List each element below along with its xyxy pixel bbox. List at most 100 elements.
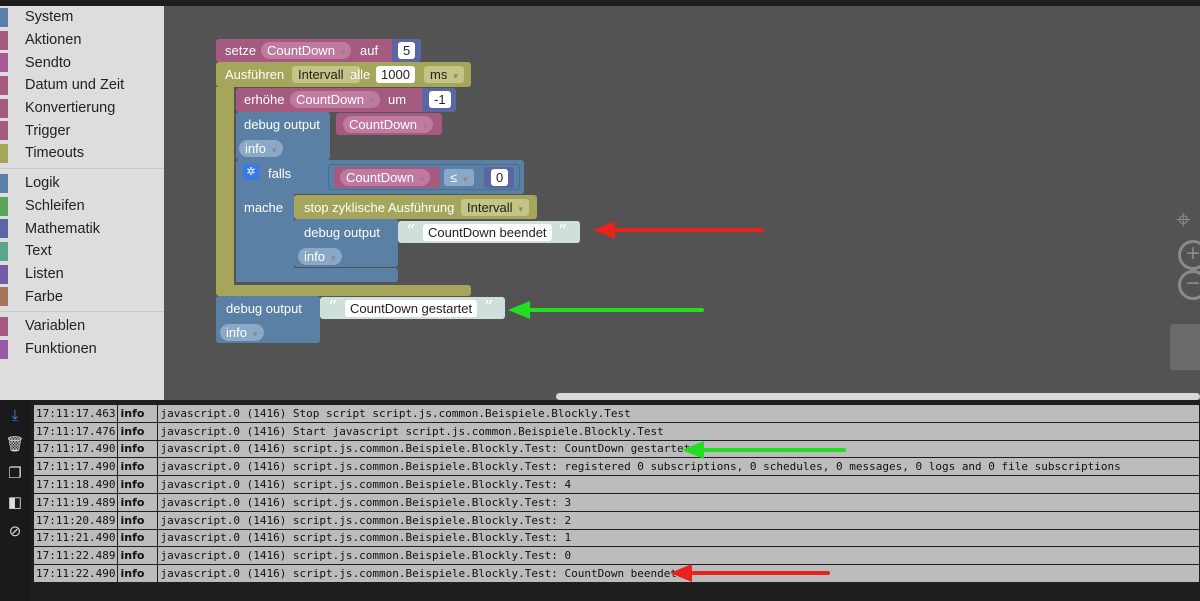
log-row: 17:11:22.489 info javascript.0 (1416) scri… xyxy=(32,546,1200,566)
category-label: Logik xyxy=(25,175,60,192)
info-dropdown-3[interactable]: info xyxy=(220,324,264,341)
text-field-start[interactable]: CountDown gestartet xyxy=(345,300,478,317)
log-time: 17:11:18.490 xyxy=(32,475,119,494)
auf-label: auf xyxy=(360,43,379,58)
red-arrow-log xyxy=(678,571,830,575)
log-time: 17:11:22.489 xyxy=(32,546,119,566)
variable-dropdown[interactable]: CountDown xyxy=(261,42,352,59)
app: System Aktionen Sendto Datum und Zeit Konver… xyxy=(0,0,1200,601)
category-label: Mathematik xyxy=(25,220,100,237)
toolbox-category-variablen[interactable]: Variablen xyxy=(0,315,164,338)
log-level: info xyxy=(117,475,159,494)
toolbox-category-farbe[interactable]: Farbe xyxy=(0,285,164,308)
hide-icon[interactable]: ⊘ xyxy=(5,522,25,542)
category-label: Timeouts xyxy=(25,145,85,162)
category-label: Schleifen xyxy=(25,197,85,214)
category-color-swatch xyxy=(0,8,8,27)
category-color-swatch xyxy=(0,287,8,307)
toolbox-category-trigger[interactable]: Trigger xyxy=(0,119,164,142)
zoom-in-icon[interactable]: + xyxy=(1178,240,1200,270)
category-color-swatch xyxy=(0,121,8,141)
category-color-swatch xyxy=(0,241,8,261)
log-level: info xyxy=(117,546,159,566)
category-label: Trigger xyxy=(25,122,71,139)
unit-dropdown[interactable]: ms xyxy=(424,66,464,83)
stop-interval-dropdown[interactable]: Intervall xyxy=(461,199,530,216)
copy-icon[interactable]: ❐ xyxy=(5,464,25,484)
log-level: info xyxy=(117,404,159,423)
log-message: javascript.0 (1416) Start javascript scr… xyxy=(157,421,1200,441)
log-time: 17:11:19.489 xyxy=(32,492,119,512)
blockly-workspace[interactable]: setze CountDown auf 5 Ausführen Interval… xyxy=(164,6,1200,400)
zero-field[interactable]: 0 xyxy=(491,169,509,186)
log-panel: 17:11:17.463 info javascript.0 (1416) Stop… xyxy=(31,400,1200,601)
debug-output-label: debug output xyxy=(304,225,380,240)
toolbox-category-konvertierung[interactable]: Konvertierung xyxy=(0,97,164,120)
alle-label: alle xyxy=(350,67,371,82)
quote-open-icon: “ xyxy=(406,221,416,242)
log-time: 17:11:20.489 xyxy=(32,510,119,530)
toolbox-category-text[interactable]: Text xyxy=(0,240,164,263)
green-arrow-log xyxy=(690,448,846,452)
category-color-swatch xyxy=(0,339,8,359)
log-row: 17:11:17.463 info javascript.0 (1416) Stop… xyxy=(32,404,1200,423)
log-table: 17:11:17.463 info javascript.0 (1416) Stop… xyxy=(32,404,1200,583)
ausfuehren-label: Ausführen xyxy=(225,67,285,82)
scroll-down-icon[interactable]: ⤓ xyxy=(5,406,25,426)
category-label: Aktionen xyxy=(25,32,82,49)
info-dropdown-1[interactable]: info xyxy=(239,140,283,157)
um-label: um xyxy=(388,92,407,107)
info-dropdown-2[interactable]: info xyxy=(298,248,342,265)
compare-variable-dropdown[interactable]: CountDown xyxy=(340,169,431,186)
toolbox-category-logik[interactable]: Logik xyxy=(0,172,164,195)
getter-variable-dropdown[interactable]: CountDown xyxy=(343,116,434,133)
category-color-swatch xyxy=(0,173,8,193)
category-label: Listen xyxy=(25,265,64,282)
toolbox-separator xyxy=(0,167,164,169)
trash-icon[interactable]: 🗑 xyxy=(5,435,25,455)
minus-one-field[interactable]: -1 xyxy=(429,91,451,108)
toolbox-category-funktionen[interactable]: Funktionen xyxy=(0,338,164,361)
operator-dropdown[interactable]: ≤ xyxy=(444,169,474,186)
toolbox: System Aktionen Sendto Datum und Zeit Konver… xyxy=(0,6,164,400)
category-label: Text xyxy=(25,243,52,260)
toggle-panel-icon[interactable]: ◧ xyxy=(5,493,25,513)
log-level: info xyxy=(117,421,159,441)
zoom-out-icon[interactable]: − xyxy=(1178,270,1200,300)
toolbox-category-aktionen[interactable]: Aktionen xyxy=(0,29,164,52)
log-row: 17:11:21.490 info javascript.0 (1416) scri… xyxy=(32,528,1200,548)
increment-variable-dropdown[interactable]: CountDown xyxy=(290,91,381,108)
toolbox-category-timeouts[interactable]: Timeouts xyxy=(0,142,164,165)
setze-label: setze xyxy=(225,43,257,58)
log-message: javascript.0 (1416) script.js.common.Bei… xyxy=(157,439,1200,459)
erhoehe-label: erhöhe xyxy=(244,92,285,107)
toolbox-separator xyxy=(0,310,164,312)
quote-close-icon: ” xyxy=(558,221,568,242)
category-color-swatch xyxy=(0,264,8,284)
toolbox-category-schleifen[interactable]: Schleifen xyxy=(0,195,164,218)
toolbox-category-listen[interactable]: Listen xyxy=(0,263,164,286)
red-arrow-annotation xyxy=(602,228,764,232)
text-field-end[interactable]: CountDown beendet xyxy=(423,224,552,241)
horizontal-scrollbar[interactable] xyxy=(556,393,1200,400)
log-row: 17:11:19.489 info javascript.0 (1416) scri… xyxy=(32,492,1200,512)
toolbox-category-system[interactable]: System xyxy=(0,6,164,29)
category-label: System xyxy=(25,9,74,26)
toolbox-category-datum-und-zeit[interactable]: Datum und Zeit xyxy=(0,74,164,97)
toolbox-category-mathematik[interactable]: Mathematik xyxy=(0,217,164,240)
trash-icon[interactable] xyxy=(1170,324,1200,370)
log-row: 17:11:22.490 info javascript.0 (1416) scri… xyxy=(32,564,1200,583)
interval-block-bottom xyxy=(216,285,471,296)
quote-close-icon: ” xyxy=(484,297,494,318)
category-color-swatch xyxy=(0,144,8,164)
interval-value-field[interactable]: 1000 xyxy=(376,66,415,83)
debug-output-label: debug output xyxy=(244,117,320,132)
log-row: 17:11:17.490 info javascript.0 (1416) scri… xyxy=(32,439,1200,459)
gear-icon[interactable]: ✲ xyxy=(243,164,259,180)
log-level: info xyxy=(117,439,159,459)
falls-label: falls xyxy=(268,166,292,181)
recenter-icon[interactable]: ⌖ xyxy=(1176,204,1191,236)
number-field-5[interactable]: 5 xyxy=(398,42,416,59)
log-sidebar: ⤓ 🗑 ❐ ◧ ⊘ xyxy=(0,400,31,601)
toolbox-category-sendto[interactable]: Sendto xyxy=(0,51,164,74)
